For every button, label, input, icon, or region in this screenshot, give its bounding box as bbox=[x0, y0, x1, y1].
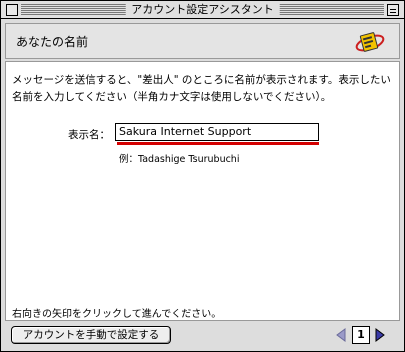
assistant-window: アカウント設定アシスタント あなたの名前 メッセージを送信すると、"差出人" の… bbox=[0, 0, 405, 352]
step-header: あなたの名前 bbox=[5, 23, 400, 59]
right-arrow-icon[interactable] bbox=[373, 327, 387, 343]
display-name-input[interactable]: Sakura Internet Support bbox=[115, 123, 319, 141]
close-box-icon[interactable] bbox=[6, 4, 18, 16]
next-hint-text: 右向きの矢印をクリックして進んでください。 bbox=[12, 309, 222, 320]
step-pager: 1 bbox=[332, 325, 392, 345]
collapse-box-icon[interactable] bbox=[387, 4, 399, 16]
left-arrow-icon[interactable] bbox=[334, 327, 348, 343]
display-name-label: 表示名： bbox=[68, 129, 110, 141]
example-text: 例：Tadashige Tsurubuchi bbox=[119, 154, 240, 165]
title-bar[interactable]: アカウント設定アシスタント bbox=[1, 1, 404, 19]
instructions-text: メッセージを送信すると、"差出人" のところに名前が表示されます。表示したい名前… bbox=[12, 74, 391, 103]
manual-setup-button[interactable]: アカウントを手動で設定する bbox=[11, 326, 171, 344]
content-panel: メッセージを送信すると、"差出人" のところに名前が表示されます。表示したい名前… bbox=[5, 61, 400, 321]
mail-envelope-logo-icon bbox=[355, 32, 385, 52]
window-title: アカウント設定アシスタント bbox=[125, 3, 280, 17]
step-heading: あなたの名前 bbox=[16, 35, 89, 49]
input-focus-underline bbox=[117, 142, 319, 145]
page-number: 1 bbox=[352, 326, 370, 344]
